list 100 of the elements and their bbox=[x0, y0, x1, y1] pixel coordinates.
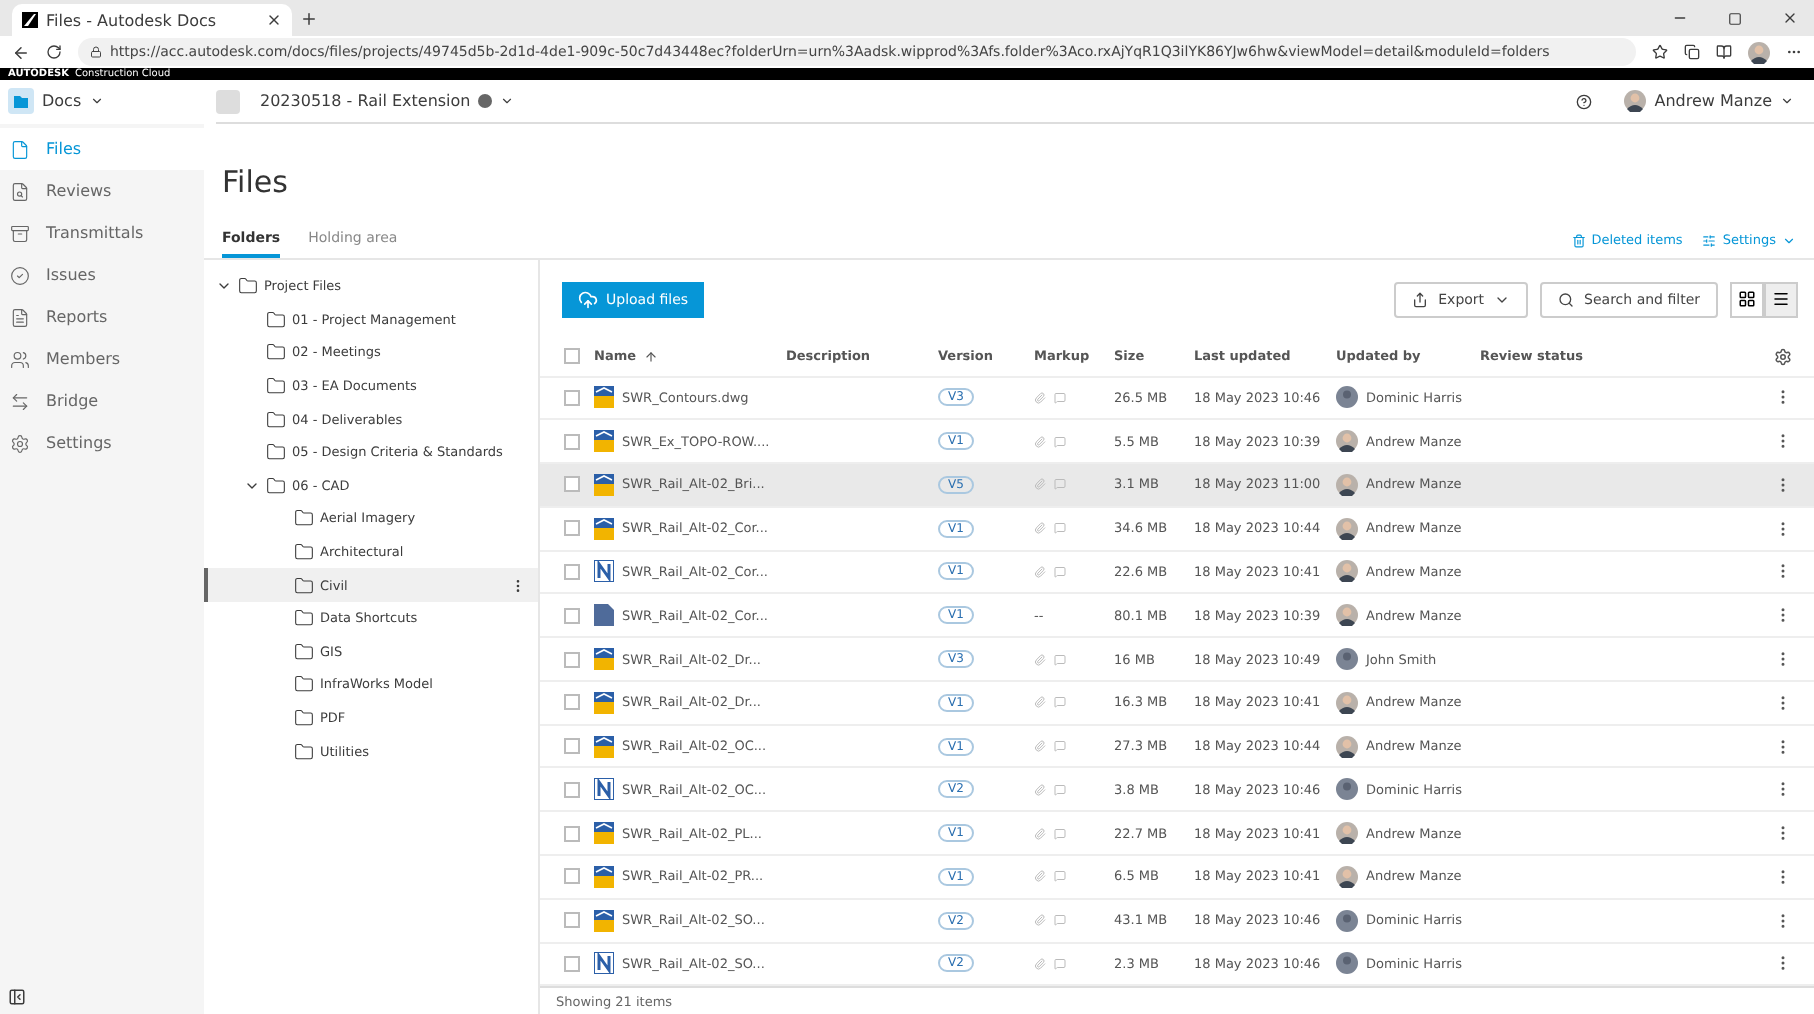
settings-icon bbox=[10, 433, 30, 453]
checkbox[interactable] bbox=[564, 912, 580, 929]
checkbox[interactable] bbox=[564, 694, 580, 711]
checkbox[interactable] bbox=[564, 433, 580, 450]
comment-icon bbox=[1054, 914, 1066, 927]
back-icon[interactable] bbox=[12, 43, 30, 61]
comment-icon bbox=[1054, 522, 1066, 535]
folder-icon bbox=[294, 741, 314, 762]
help-icon[interactable] bbox=[1576, 93, 1593, 109]
folder-icon bbox=[294, 608, 314, 629]
project-icon bbox=[216, 89, 240, 113]
checkbox[interactable] bbox=[564, 520, 580, 537]
sidebar-item[interactable]: Reports bbox=[0, 296, 204, 338]
checkbox[interactable] bbox=[564, 476, 580, 493]
avatar-photo bbox=[1624, 90, 1647, 112]
markup-link-icon bbox=[1034, 391, 1046, 404]
tray-icon bbox=[10, 223, 30, 243]
comment-icon bbox=[1054, 870, 1066, 883]
user-menu[interactable]: Andrew Manze bbox=[1624, 90, 1794, 112]
grid-icon bbox=[1738, 290, 1756, 308]
sidebar-item[interactable]: Settings bbox=[0, 422, 204, 464]
refresh-icon[interactable] bbox=[46, 44, 62, 60]
checkbox[interactable] bbox=[564, 651, 580, 668]
new-tab-icon[interactable] bbox=[300, 10, 318, 28]
markup-link-icon bbox=[1034, 522, 1046, 535]
reader-icon[interactable] bbox=[1716, 44, 1732, 60]
comment-icon bbox=[1054, 565, 1066, 578]
close-icon[interactable] bbox=[1782, 10, 1798, 26]
checkbox[interactable] bbox=[564, 781, 580, 798]
navisworks-file-icon bbox=[594, 952, 614, 975]
people-icon bbox=[10, 349, 30, 369]
markup-link-icon bbox=[1034, 435, 1046, 448]
arrows-icon bbox=[10, 391, 30, 411]
markup-link-icon bbox=[1034, 653, 1046, 666]
folder-icon bbox=[266, 442, 286, 463]
list-view-button[interactable] bbox=[1764, 281, 1798, 317]
drawing-file-icon bbox=[594, 386, 614, 409]
comment-icon bbox=[1054, 957, 1066, 970]
trash-icon bbox=[1571, 233, 1586, 247]
folder-icon bbox=[294, 575, 314, 596]
review-icon bbox=[10, 181, 30, 201]
sidebar-item[interactable]: Reviews bbox=[0, 170, 204, 212]
drawing-file-icon bbox=[594, 865, 614, 888]
markup-link-icon bbox=[1034, 957, 1046, 970]
export-icon bbox=[1412, 291, 1429, 307]
check-circle-icon bbox=[10, 265, 30, 285]
comment-icon bbox=[1054, 653, 1066, 666]
grid-view-button[interactable] bbox=[1730, 281, 1764, 317]
drawing-file-icon bbox=[594, 822, 614, 845]
drawing-file-icon bbox=[594, 909, 614, 932]
checkbox[interactable] bbox=[564, 607, 580, 624]
sidebar-item[interactable]: Issues bbox=[0, 254, 204, 296]
sidebar-item[interactable]: Members bbox=[0, 338, 204, 380]
cloud-upload-icon bbox=[578, 289, 598, 309]
comment-icon bbox=[1054, 478, 1066, 491]
report-icon bbox=[10, 307, 30, 327]
document-file-icon bbox=[594, 604, 614, 627]
markup-link-icon bbox=[1034, 696, 1046, 709]
folder-icon bbox=[294, 674, 314, 695]
markup-link-icon bbox=[1034, 914, 1046, 927]
caret-icon bbox=[89, 94, 104, 108]
page-title: Files bbox=[220, 162, 290, 204]
checkbox[interactable] bbox=[564, 348, 580, 365]
autodesk-logo-icon bbox=[22, 12, 38, 28]
folder-icon bbox=[266, 342, 286, 363]
comment-icon bbox=[1054, 740, 1066, 753]
sidebar-item[interactable]: Transmittals bbox=[0, 212, 204, 254]
markup-link-icon bbox=[1034, 827, 1046, 840]
markup-link-icon bbox=[1034, 783, 1046, 796]
list-icon bbox=[1772, 290, 1790, 308]
checkbox[interactable] bbox=[564, 563, 580, 580]
collapse-icon[interactable] bbox=[8, 988, 26, 1006]
checkbox[interactable] bbox=[564, 738, 580, 755]
checkbox[interactable] bbox=[564, 955, 580, 972]
checkbox[interactable] bbox=[564, 868, 580, 885]
sidebar-item[interactable]: Bridge bbox=[0, 380, 204, 422]
markup-link-icon bbox=[1034, 565, 1046, 578]
lock-icon bbox=[90, 46, 102, 58]
markup-link-icon bbox=[1034, 870, 1046, 883]
file-icon bbox=[10, 139, 30, 159]
project-switcher[interactable]: 20230518 - Rail Extension bbox=[216, 89, 515, 113]
star-icon[interactable] bbox=[1652, 44, 1668, 60]
collections-icon[interactable] bbox=[1684, 44, 1700, 60]
close-icon[interactable] bbox=[266, 12, 282, 28]
comment-icon bbox=[1054, 391, 1066, 404]
comment-icon bbox=[1054, 783, 1066, 796]
folder-app-icon bbox=[8, 88, 34, 114]
comment-icon bbox=[1054, 435, 1066, 448]
settings-icon[interactable] bbox=[1774, 347, 1792, 366]
navisworks-file-icon bbox=[594, 560, 614, 583]
caret-icon bbox=[500, 94, 515, 108]
caret-icon bbox=[1780, 94, 1794, 108]
markup-link-icon bbox=[1034, 478, 1046, 491]
checkbox[interactable] bbox=[564, 389, 580, 406]
maximize-icon[interactable] bbox=[1728, 12, 1742, 26]
browser-tab[interactable]: Files - Autodesk Docs bbox=[12, 4, 292, 36]
checkbox[interactable] bbox=[564, 825, 580, 842]
drawing-file-icon bbox=[594, 735, 614, 758]
caret-icon bbox=[1782, 233, 1796, 247]
folder-icon bbox=[294, 508, 314, 529]
